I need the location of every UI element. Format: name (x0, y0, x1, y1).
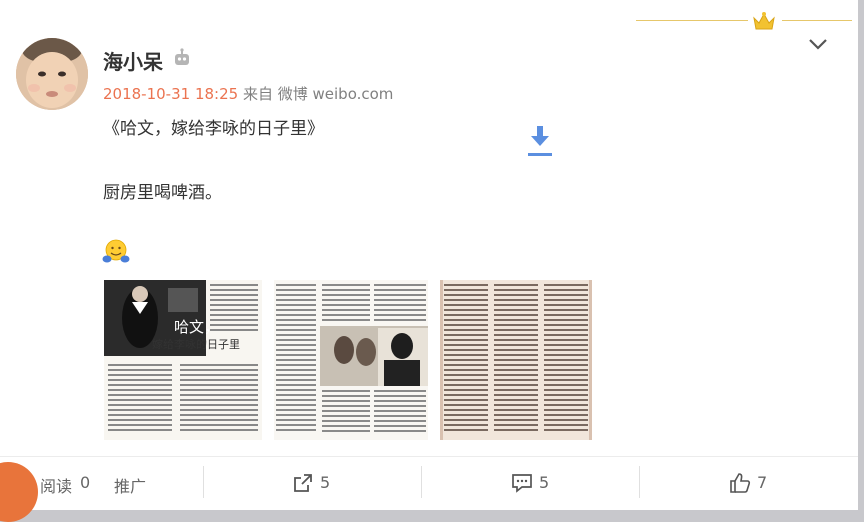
promote-button[interactable]: 推广 (114, 473, 146, 497)
chevron-down-icon[interactable] (808, 36, 828, 52)
source-prefix: 来自 (242, 85, 273, 103)
share-count[interactable]: 5 (320, 473, 330, 492)
crown-icon (753, 12, 775, 30)
divider (203, 466, 204, 498)
post-meta: 2018-10-31 18:25 来自 微博 weibo.com (103, 83, 393, 104)
magazine-subtitle-text: 嫁给李咏的日子里 (152, 337, 240, 351)
share-icon[interactable] (292, 472, 314, 494)
read-label: 阅读 (40, 477, 73, 496)
magazine-page-3-image (440, 280, 592, 440)
vip-decor-line-left (636, 20, 748, 21)
download-icon[interactable] (526, 124, 554, 158)
post-text-body: 厨房里喝啤酒。 (103, 183, 222, 203)
read-count: 0 (80, 473, 91, 492)
magazine-page-2-image (274, 280, 428, 440)
avatar[interactable] (16, 38, 88, 110)
hug-emoji-icon (102, 239, 130, 263)
post-image-3[interactable] (440, 280, 592, 440)
like-count[interactable]: 7 (757, 473, 767, 492)
username-link[interactable]: 海小呆 (103, 46, 163, 75)
divider (639, 466, 640, 498)
post-image-1[interactable]: 哈文， 嫁给李咏的日子里 (104, 280, 262, 440)
weibo-post-card: 海小呆 2018-10-31 18:25 来自 微博 weibo.com 《哈文… (0, 0, 858, 509)
divider (421, 466, 422, 498)
robot-badge-icon (175, 48, 189, 65)
magazine-page-1-image: 哈文， 嫁给李咏的日子里 (104, 280, 262, 440)
post-text-title: 《哈文，嫁给李咏的日子里》 (103, 119, 324, 139)
like-icon[interactable] (729, 472, 751, 494)
source-link[interactable]: 微博 weibo.com (278, 85, 394, 103)
avatar-baby-face-image (16, 38, 88, 110)
comment-icon[interactable] (511, 472, 533, 494)
comment-count[interactable]: 5 (539, 473, 549, 492)
post-image-2[interactable] (274, 280, 428, 440)
vip-decor-line-right (782, 20, 852, 21)
magazine-title-text: 哈文， (174, 318, 219, 336)
post-time-link[interactable]: 2018-10-31 18:25 (103, 85, 238, 103)
